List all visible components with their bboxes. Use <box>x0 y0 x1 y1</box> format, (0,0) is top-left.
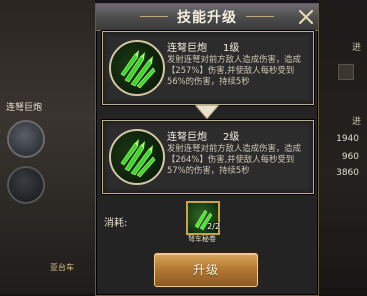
skill-level: 2级 <box>223 132 240 143</box>
cost-label: 消耗: <box>104 218 128 229</box>
upgrade-button[interactable]: 升级 <box>154 253 258 287</box>
current-skill-card: 连弩巨炮 1级 发射连弩对前方敌人造成伤害，造成【257%】伤害,并使敌人每秒受… <box>102 31 314 105</box>
arrow-down-icon <box>195 105 219 119</box>
background-skill-slot[interactable] <box>7 120 45 158</box>
dialog-title-bar: 技能升级 <box>96 4 318 31</box>
next-skill-card: 连弩巨炮 2级 发射连弩对前方敌人造成伤害，造成【264%】伤害,并使敌人每秒受… <box>102 120 314 194</box>
skill-upgrade-dialog: 技能升级 连弩巨炮 1级 发射连弩对前方敌人造成伤害，造成【257%】伤害,并使… <box>95 3 319 296</box>
background-tag-2: 进 <box>352 117 362 127</box>
close-button[interactable] <box>295 6 317 28</box>
arrow-volley-icon <box>109 40 165 96</box>
background-icon-slot <box>338 64 354 80</box>
close-icon <box>298 9 314 25</box>
background-value: 1940 <box>336 134 359 144</box>
title-ornament-right <box>246 16 274 17</box>
item-count: 2/2 <box>207 222 220 231</box>
skill-description: 发射连弩对前方敌人造成伤害，造成【257%】伤害,并使敌人每秒受到56%的伤害，… <box>167 54 301 87</box>
item-name: 弩车秘卷 <box>188 235 216 243</box>
arrow-volley-icon <box>109 129 165 185</box>
background-badge: 亚台车 <box>50 263 74 272</box>
background-value: 3860 <box>336 168 359 178</box>
background-tag: 进 <box>352 43 362 53</box>
skill-name: 连弩巨炮 <box>167 43 207 54</box>
skill-level: 1级 <box>223 43 240 54</box>
background-skill-slot-2[interactable] <box>7 166 45 204</box>
background-skill-label: 连弩巨炮 <box>6 103 43 113</box>
background-right-panel: 进 进 1940 960 3860 <box>318 0 367 294</box>
dialog-title: 技能升级 <box>177 10 237 26</box>
background-value: 960 <box>341 152 359 162</box>
skill-description: 发射连弩对前方敌人造成伤害，造成【264%】伤害,并使敌人每秒受到57%的伤害，… <box>167 143 301 176</box>
skill-name: 连弩巨炮 <box>167 132 207 143</box>
